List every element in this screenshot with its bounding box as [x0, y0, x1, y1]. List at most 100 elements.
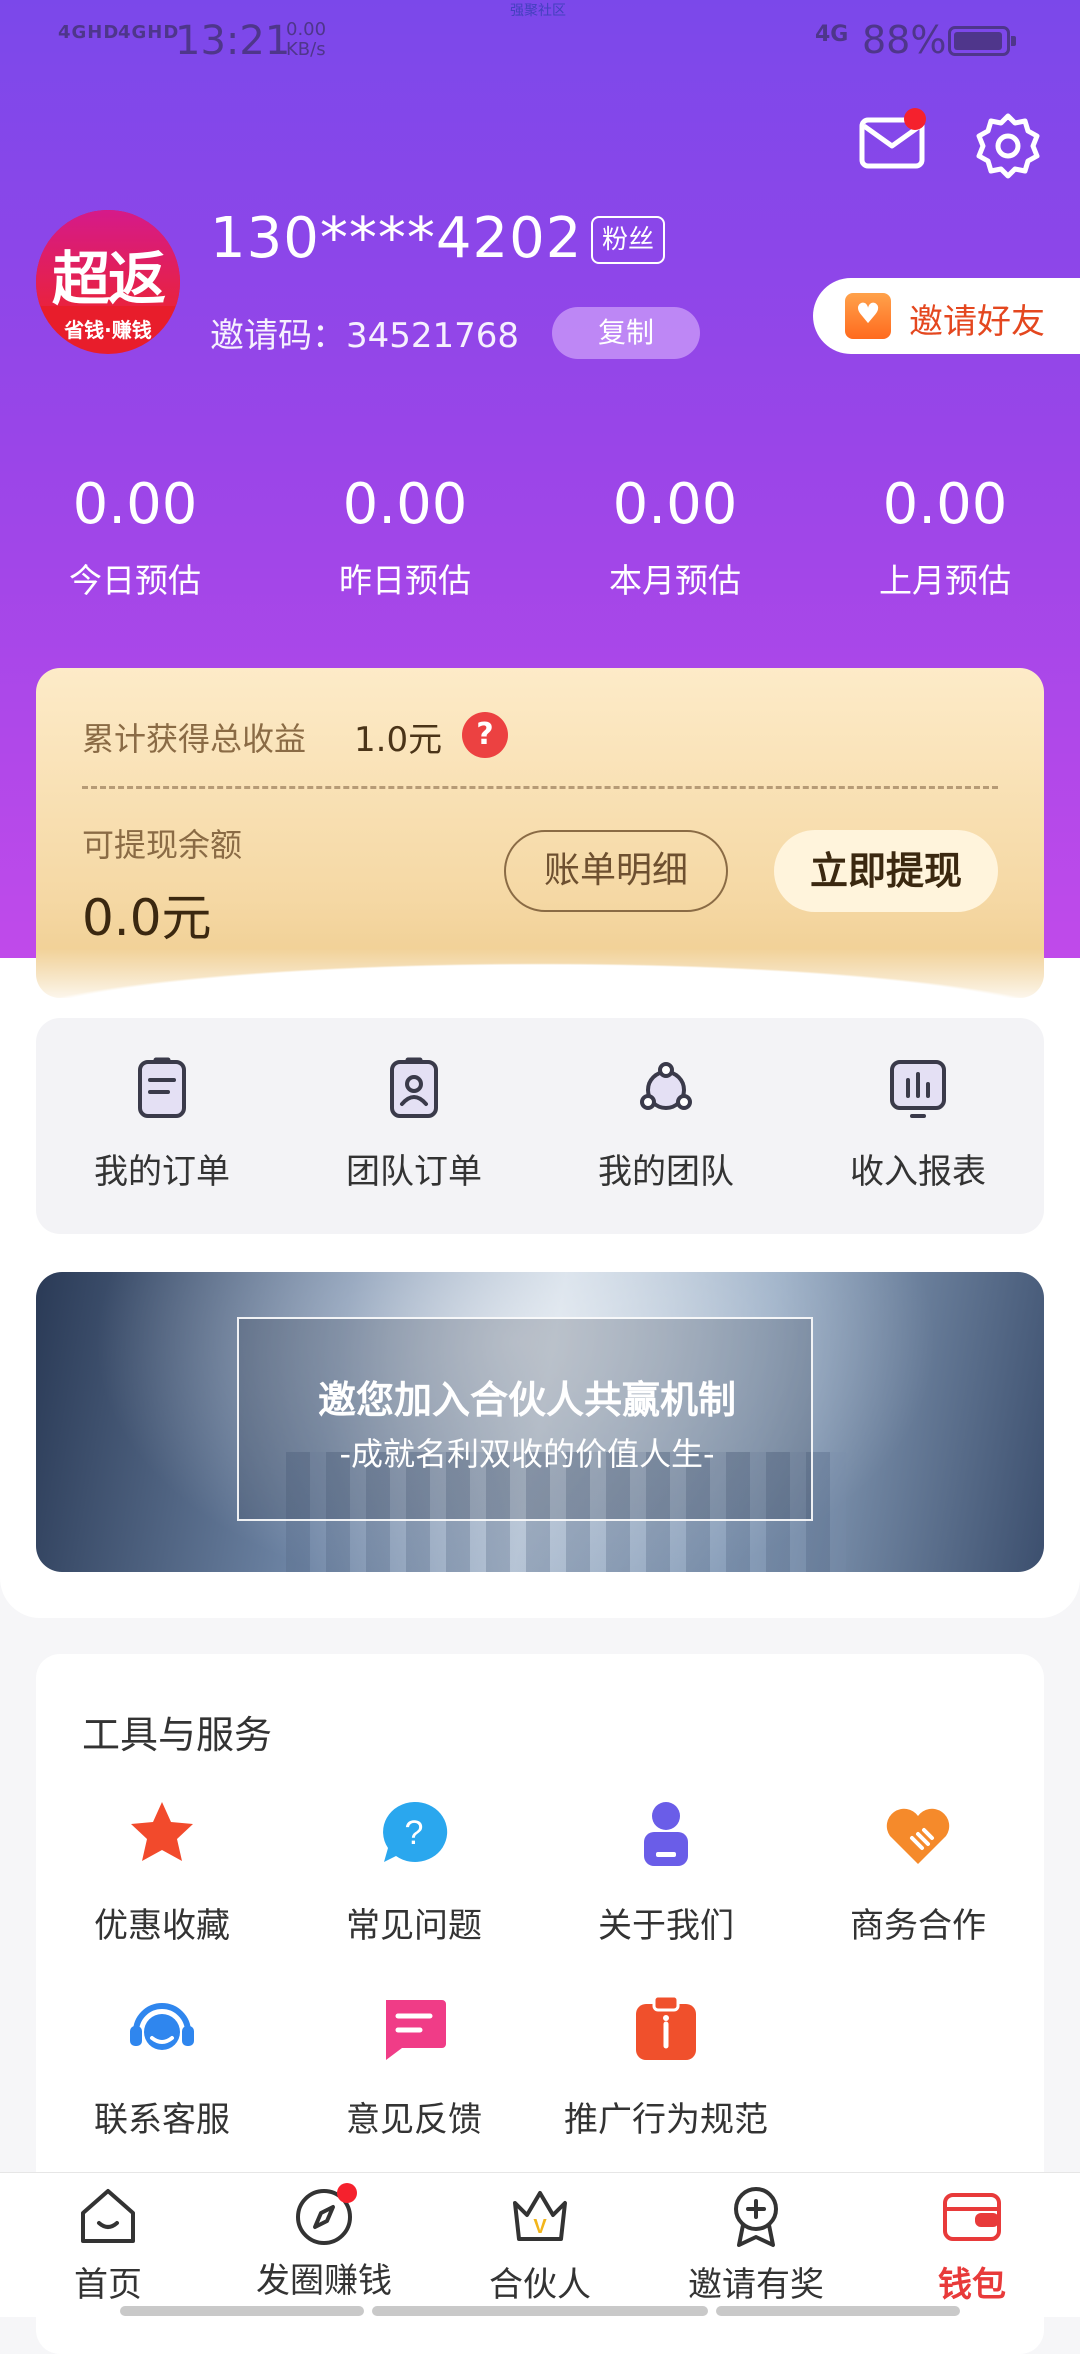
tool-about-us[interactable]: 关于我们	[540, 1798, 792, 1947]
clock: 13:21	[175, 18, 291, 64]
stat-yesterday[interactable]: 0.00 昨日预估	[270, 470, 540, 602]
menu-my-team[interactable]: 我的团队	[540, 1056, 792, 1193]
stat-value: 0.00	[342, 472, 468, 537]
tab-invite-reward[interactable]: 邀请有奖	[648, 2183, 864, 2306]
menu-label: 团队订单	[346, 1152, 482, 1192]
tool-faq[interactable]: ? 常见问题	[288, 1798, 540, 1947]
gesture-bar-right	[716, 2306, 960, 2316]
tab-label: 邀请有奖	[688, 2265, 824, 2305]
home-icon	[81, 2189, 135, 2243]
tool-favorites[interactable]: 优惠收藏	[36, 1798, 288, 1947]
gesture-bar-left	[120, 2306, 364, 2316]
battery-icon	[948, 26, 1016, 56]
tool-label: 意见反馈	[346, 2100, 482, 2140]
stat-today[interactable]: 0.00 今日预估	[0, 470, 270, 602]
bottom-tab-bar: 首页 发圈赚钱 V 合伙人 邀请有奖 钱包	[0, 2172, 1080, 2317]
star-icon	[131, 1802, 193, 1861]
partner-banner[interactable]: 邀您加入合伙人共赢机制 -成就名利双收的价值人生-	[36, 1272, 1044, 1572]
network-type: 4G	[815, 22, 849, 47]
orders-menu: 我的订单 团队订单 我的团队 收入报表	[36, 1018, 1044, 1234]
menu-label: 我的团队	[598, 1152, 734, 1192]
tool-business[interactable]: 商务合作	[792, 1798, 1044, 1947]
tab-label: 首页	[74, 2265, 142, 2305]
stat-label: 今日预估	[69, 561, 201, 600]
notch-text: 强聚社区	[510, 3, 566, 19]
total-earnings-value: 1.0元	[354, 720, 443, 760]
tool-label: 优惠收藏	[94, 1906, 230, 1946]
tool-feedback[interactable]: 意见反馈	[288, 1992, 540, 2141]
stat-label: 上月预估	[879, 561, 1011, 600]
tab-partner[interactable]: V 合伙人	[432, 2183, 648, 2306]
menu-team-orders[interactable]: 团队订单	[288, 1056, 540, 1193]
wallet-icon	[943, 2193, 1001, 2241]
crown-icon: V	[513, 2191, 567, 2241]
divider	[82, 786, 998, 789]
avatar-logo: 超返	[51, 245, 166, 313]
tab-home[interactable]: 首页	[0, 2183, 216, 2306]
gesture-bar-center	[372, 2306, 708, 2316]
stat-label: 本月预估	[609, 561, 741, 600]
avatar[interactable]: 超返 省钱·赚钱	[36, 210, 180, 354]
headset-icon	[130, 2003, 194, 2050]
tool-promotion-rules[interactable]: 推广行为规范	[540, 1992, 792, 2141]
banner-frame: 邀您加入合伙人共赢机制 -成就名利双收的价值人生-	[237, 1317, 813, 1521]
fans-badge: 粉丝	[591, 216, 665, 264]
order-list-icon	[138, 1057, 186, 1118]
tab-label: 钱包	[938, 2265, 1006, 2305]
feedback-icon	[386, 2000, 446, 2060]
tab-badge-dot	[337, 2183, 357, 2203]
menu-income-report[interactable]: 收入报表	[792, 1056, 1044, 1193]
withdraw-button[interactable]: 立即提现	[774, 830, 998, 912]
clipboard-icon	[636, 1994, 696, 2060]
user-phone: 130****4202	[210, 206, 583, 271]
menu-my-orders[interactable]: 我的订单	[36, 1056, 288, 1193]
person-icon	[644, 1802, 688, 1866]
total-earnings-label: 累计获得总收益	[82, 720, 307, 758]
signal-indicator-2: 4GHD	[118, 22, 180, 43]
unread-dot	[904, 108, 926, 130]
net-speed-value: 0.00	[286, 19, 327, 40]
copy-button[interactable]: 复制	[552, 307, 700, 359]
invite-code: 邀请码：34521768	[210, 308, 519, 357]
invite-code-value: 34521768	[346, 316, 520, 356]
invite-code-label: 邀请码：	[210, 316, 346, 356]
net-speed: 0.00 KB/s	[286, 20, 326, 60]
tab-label: 发圈赚钱	[256, 2261, 392, 2301]
signal-indicator-1: 4GHD	[58, 22, 120, 43]
bill-details-button[interactable]: 账单明细	[504, 830, 728, 912]
tool-label: 联系客服	[94, 2100, 230, 2140]
gear-icon	[976, 113, 1040, 179]
status-bar: 4GHD 4GHD 13:21 0.00 KB/s 强聚社区 4G 88%	[0, 0, 1080, 84]
tab-label: 合伙人	[489, 2265, 591, 2305]
section-title: 工具与服务	[82, 1713, 273, 1757]
tab-wallet[interactable]: 钱包	[864, 2183, 1080, 2306]
net-speed-unit: KB/s	[286, 39, 326, 60]
handshake-heart-icon	[886, 1808, 950, 1864]
message-button[interactable]	[856, 108, 928, 180]
svg-text:V: V	[533, 2216, 547, 2238]
stat-value: 0.00	[72, 472, 198, 537]
tool-label: 商务合作	[850, 1906, 986, 1946]
invite-friends-button[interactable]: 邀请好友	[813, 278, 1080, 354]
banner-subtitle: -成就名利双收的价值人生-	[339, 1435, 715, 1473]
help-icon[interactable]: ?	[462, 712, 508, 758]
avatar-slogan: 省钱·赚钱	[64, 318, 152, 342]
report-icon	[890, 1060, 946, 1118]
banner-title: 邀您加入合伙人共赢机制	[317, 1378, 736, 1422]
balance-label: 可提现余额	[82, 826, 243, 864]
svg-text:?: ?	[405, 1814, 424, 1852]
award-icon	[734, 2187, 778, 2247]
tool-customer-service[interactable]: 联系客服	[36, 1992, 288, 2141]
stat-label: 昨日预估	[339, 561, 471, 600]
gift-heart-icon	[845, 293, 891, 339]
tab-share-earn[interactable]: 发圈赚钱	[216, 2183, 432, 2302]
battery-percent: 88%	[862, 18, 947, 62]
menu-label: 我的订单	[94, 1152, 230, 1192]
stat-last-month[interactable]: 0.00 上月预估	[810, 470, 1080, 602]
tool-label: 推广行为规范	[564, 2100, 768, 2140]
settings-button[interactable]	[972, 110, 1044, 182]
team-icon	[640, 1062, 692, 1110]
tool-label: 常见问题	[346, 1906, 482, 1946]
stat-value: 0.00	[612, 472, 738, 537]
stat-this-month[interactable]: 0.00 本月预估	[540, 470, 810, 602]
